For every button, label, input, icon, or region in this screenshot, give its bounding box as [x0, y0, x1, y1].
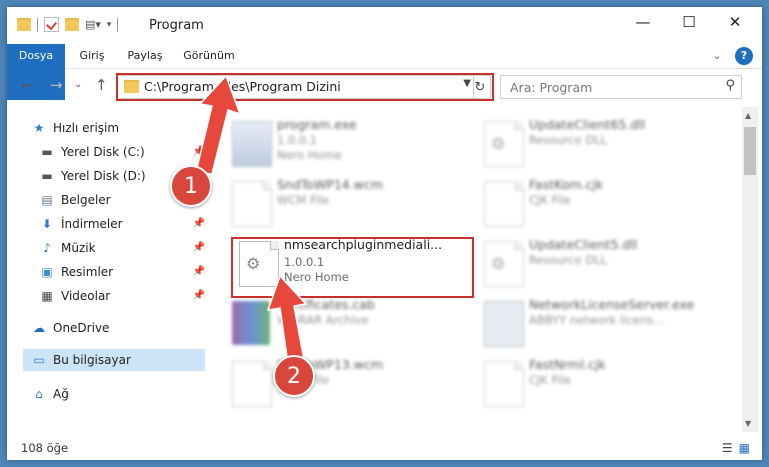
- callout-1: 1: [170, 165, 212, 207]
- arrow-2: [266, 274, 308, 365]
- annotation-arrows: [195, 74, 308, 365]
- callout-2: 2: [273, 355, 315, 397]
- arrow-1: [195, 74, 242, 175]
